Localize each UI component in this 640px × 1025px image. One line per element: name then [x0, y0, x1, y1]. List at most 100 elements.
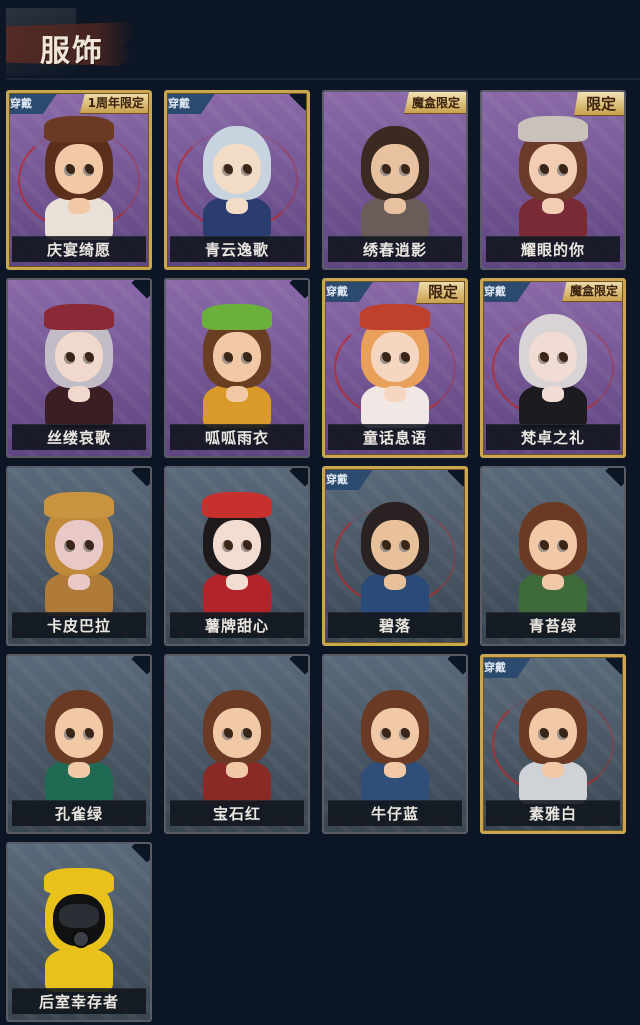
- costume-name: 牛仔蓝: [370, 805, 419, 823]
- portrait-hands: [68, 574, 90, 590]
- costume-card[interactable]: 青苔绿: [480, 466, 626, 646]
- portrait-eye-left: [64, 352, 75, 364]
- character-portrait: [39, 300, 119, 428]
- card-label-band: 素雅白: [486, 800, 620, 826]
- costume-name: 梵卓之礼: [520, 429, 585, 447]
- costume-card[interactable]: 童话息语 穿戴 限定: [322, 278, 468, 458]
- card-label-band: 青苔绿: [486, 612, 620, 638]
- costume-card[interactable]: 丝缕哀歌: [6, 278, 152, 458]
- card-label-band: 庆宴绮愿: [12, 236, 146, 262]
- character-portrait: [355, 300, 435, 428]
- card-label-band: 青云逸歌: [170, 236, 304, 262]
- portrait-eye-right: [241, 352, 252, 364]
- gas-mask: [53, 894, 105, 948]
- costume-name: 丝缕哀歌: [46, 429, 111, 447]
- portrait-headwear: [518, 116, 588, 142]
- costume-card[interactable]: 素雅白 穿戴: [480, 654, 626, 834]
- portrait-eye-left: [222, 540, 233, 552]
- portrait-face: [55, 332, 103, 382]
- card-label-band: 孔雀绿: [12, 800, 146, 826]
- portrait-face: [529, 520, 577, 570]
- costume-card[interactable]: 碧落 穿戴: [322, 466, 468, 646]
- costume-card[interactable]: 孔雀绿: [6, 654, 152, 834]
- costume-card[interactable]: 庆宴绮愿 穿戴 1周年限定: [6, 90, 152, 270]
- costume-card[interactable]: 卡皮巴拉: [6, 466, 152, 646]
- portrait-eye-right: [557, 164, 568, 176]
- card-label-band: 丝缕哀歌: [12, 424, 146, 450]
- card-label-band: 牛仔蓝: [328, 800, 462, 826]
- character-portrait: [355, 676, 435, 804]
- portrait-face: [55, 144, 103, 194]
- portrait-eye-left: [380, 728, 391, 740]
- character-portrait: [39, 488, 119, 616]
- portrait-hands: [542, 198, 564, 214]
- portrait-headwear: [44, 116, 114, 142]
- costume-card[interactable]: 耀眼的你 限定: [480, 90, 626, 270]
- costume-name: 碧落: [378, 617, 411, 635]
- portrait-eye-left: [64, 164, 75, 176]
- character-portrait: [513, 488, 593, 616]
- portrait-eye-left: [380, 540, 391, 552]
- card-label-band: 卡皮巴拉: [12, 612, 146, 638]
- portrait-eye-left: [538, 540, 549, 552]
- limited-tag-text: 限定: [585, 95, 616, 113]
- character-portrait: [197, 488, 277, 616]
- portrait-eye-right: [83, 352, 94, 364]
- character-portrait: [39, 864, 119, 992]
- portrait-eye-left: [222, 164, 233, 176]
- portrait-eye-right: [241, 540, 252, 552]
- limited-tag: 限定: [415, 280, 466, 304]
- portrait-headwear: [360, 304, 430, 330]
- portrait-eye-right: [399, 728, 410, 740]
- portrait-headwear: [44, 492, 114, 518]
- card-label-band: 薯牌甜心: [170, 612, 304, 638]
- portrait-headwear: [202, 492, 272, 518]
- limited-tag: 限定: [573, 92, 624, 116]
- portrait-hands: [542, 762, 564, 778]
- costume-card[interactable]: 薯牌甜心: [164, 466, 310, 646]
- character-portrait: [197, 676, 277, 804]
- portrait-eye-left: [222, 728, 233, 740]
- costume-name: 素雅白: [528, 805, 577, 823]
- card-label-band: 耀眼的你: [486, 236, 620, 262]
- portrait-hands: [226, 574, 248, 590]
- page-title: 服饰: [40, 34, 104, 69]
- costume-card[interactable]: 绣春逍影 魔盒限定: [322, 90, 468, 270]
- portrait-eye-left: [538, 352, 549, 364]
- character-portrait: [355, 488, 435, 616]
- portrait-hands: [226, 198, 248, 214]
- costume-name: 青苔绿: [528, 617, 577, 635]
- portrait-eye-left: [380, 164, 391, 176]
- costume-card[interactable]: 梵卓之礼 穿戴 魔盒限定: [480, 278, 626, 458]
- costume-card[interactable]: 牛仔蓝: [322, 654, 468, 834]
- limited-tag-text: 周年限定: [95, 96, 144, 110]
- portrait-face: [213, 144, 261, 194]
- limited-tag: 1周年限定: [79, 92, 150, 114]
- costume-name: 后室幸存者: [38, 993, 119, 1011]
- card-label-band: 后室幸存者: [12, 988, 146, 1014]
- portrait-face: [213, 708, 261, 758]
- costume-name: 薯牌甜心: [204, 617, 269, 635]
- portrait-eye-left: [380, 352, 391, 364]
- card-label-band: 呱呱雨衣: [170, 424, 304, 450]
- costume-card[interactable]: 宝石红: [164, 654, 310, 834]
- costume-name: 孔雀绿: [54, 805, 103, 823]
- portrait-face: [371, 520, 419, 570]
- character-portrait: [197, 300, 277, 428]
- portrait-eye-left: [222, 352, 233, 364]
- limited-tag-text: 限定: [427, 283, 458, 301]
- costume-card[interactable]: 呱呱雨衣: [164, 278, 310, 458]
- portrait-eye-right: [399, 164, 410, 176]
- character-portrait: [513, 676, 593, 804]
- portrait-face: [371, 144, 419, 194]
- portrait-eye-right: [83, 728, 94, 740]
- costume-name: 耀眼的你: [520, 241, 585, 259]
- card-label-band: 童话息语: [328, 424, 462, 450]
- portrait-headwear: [44, 304, 114, 330]
- portrait-eye-right: [557, 728, 568, 740]
- costume-name: 童话息语: [362, 429, 427, 447]
- costume-card[interactable]: 青云逸歌 穿戴: [164, 90, 310, 270]
- portrait-headwear: [202, 304, 272, 330]
- character-portrait: [197, 112, 277, 240]
- costume-card[interactable]: 后室幸存者: [6, 842, 152, 1022]
